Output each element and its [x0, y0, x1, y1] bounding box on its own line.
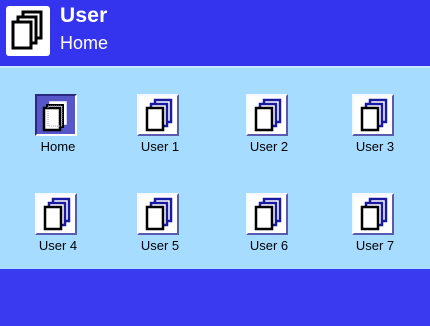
tile-label: User 1 — [140, 139, 180, 154]
softkey-bar — [0, 269, 430, 326]
user-profile-icon — [352, 94, 394, 136]
title-bar: User Home — [0, 0, 430, 66]
tile-label: User 6 — [249, 238, 289, 253]
profile-tile-user-7[interactable]: User 7 — [337, 182, 413, 256]
tile-label: User 5 — [140, 238, 180, 253]
user-profile-icon — [35, 193, 77, 235]
profile-grid: Home User 1 User 2 User 3 User 4 User 5 … — [0, 68, 430, 269]
page-title: User — [60, 4, 108, 27]
user-profile-icon — [137, 94, 179, 136]
profile-tile-user-6[interactable]: User 6 — [231, 182, 307, 256]
profile-tile-home[interactable]: Home — [20, 83, 96, 157]
user-profile-icon — [137, 193, 179, 235]
tile-label: Home — [40, 139, 76, 154]
profile-tile-user-1[interactable]: User 1 — [122, 83, 198, 157]
home-profile-icon — [35, 94, 77, 136]
user-profile-icon — [246, 94, 288, 136]
profile-tile-user-4[interactable]: User 4 — [20, 182, 96, 256]
tile-label: User 3 — [355, 139, 395, 154]
tile-label: User 4 — [38, 238, 78, 253]
tile-label: User 2 — [249, 139, 289, 154]
user-profiles-icon — [6, 6, 50, 56]
user-profile-icon — [246, 193, 288, 235]
profile-tile-user-5[interactable]: User 5 — [122, 182, 198, 256]
tile-label: User 7 — [355, 238, 395, 253]
page-subtitle: Home — [60, 33, 109, 53]
profile-tile-user-2[interactable]: User 2 — [231, 83, 307, 157]
profile-tile-user-3[interactable]: User 3 — [337, 83, 413, 157]
user-profile-icon — [352, 193, 394, 235]
